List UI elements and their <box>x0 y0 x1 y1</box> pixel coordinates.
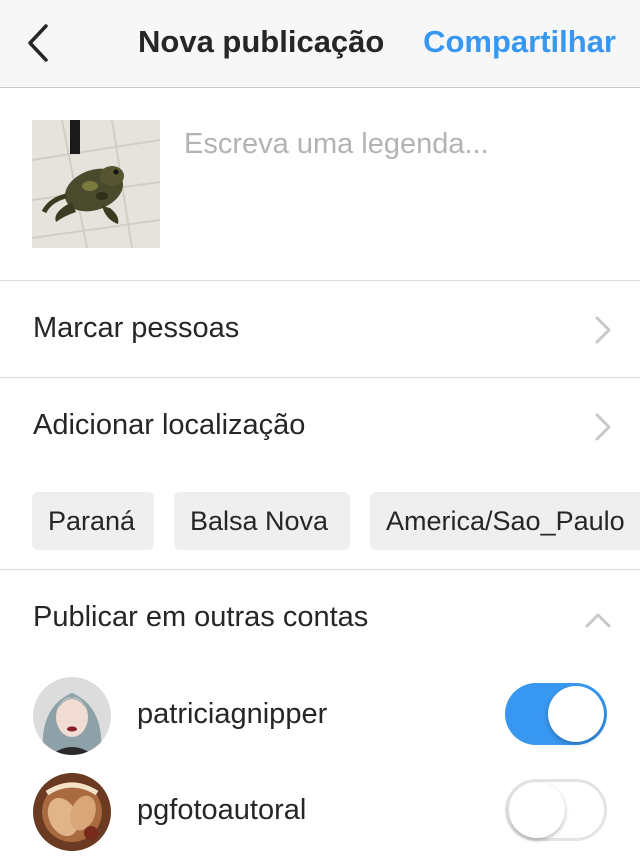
chevron-right-icon <box>595 316 611 344</box>
add-location-label: Adicionar localização <box>33 409 306 441</box>
other-accounts-header: Publicar em outras contas <box>0 571 640 667</box>
page-title: Nova publicação <box>138 24 385 59</box>
location-chip[interactable]: America/Sao_Paulo <box>370 492 640 550</box>
toggle-knob <box>548 686 604 742</box>
chevron-left-icon[interactable] <box>22 22 58 64</box>
frog-photo <box>32 120 160 248</box>
account-toggle[interactable] <box>505 683 607 745</box>
other-accounts-label: Publicar em outras contas <box>33 601 369 633</box>
chevron-right-icon <box>595 413 611 441</box>
location-chip[interactable]: Paraná <box>32 492 154 550</box>
tag-people-row[interactable]: Marcar pessoas <box>0 281 640 378</box>
top-bar: Nova publicação Compartilhar <box>0 0 640 88</box>
account-row: pgfotoautoral <box>0 763 640 859</box>
account-toggle[interactable] <box>505 779 607 841</box>
caption-section <box>0 88 640 281</box>
post-thumbnail <box>32 120 160 248</box>
avatar <box>33 773 111 851</box>
toggle-knob <box>509 782 565 838</box>
account-username: patriciagnipper <box>137 698 328 730</box>
account-username: pgfotoautoral <box>137 794 307 826</box>
account-row: patriciagnipper <box>0 667 640 763</box>
add-location-row[interactable]: Adicionar localização <box>0 378 640 475</box>
caption-input[interactable] <box>184 128 614 161</box>
location-chip[interactable]: Balsa Nova <box>174 492 350 550</box>
location-suggestions: Paraná Balsa Nova America/Sao_Paulo <box>0 474 640 570</box>
avatar <box>33 677 111 755</box>
tag-people-label: Marcar pessoas <box>33 312 240 344</box>
share-button[interactable]: Compartilhar <box>423 24 616 60</box>
chevron-up-icon[interactable] <box>584 611 612 629</box>
